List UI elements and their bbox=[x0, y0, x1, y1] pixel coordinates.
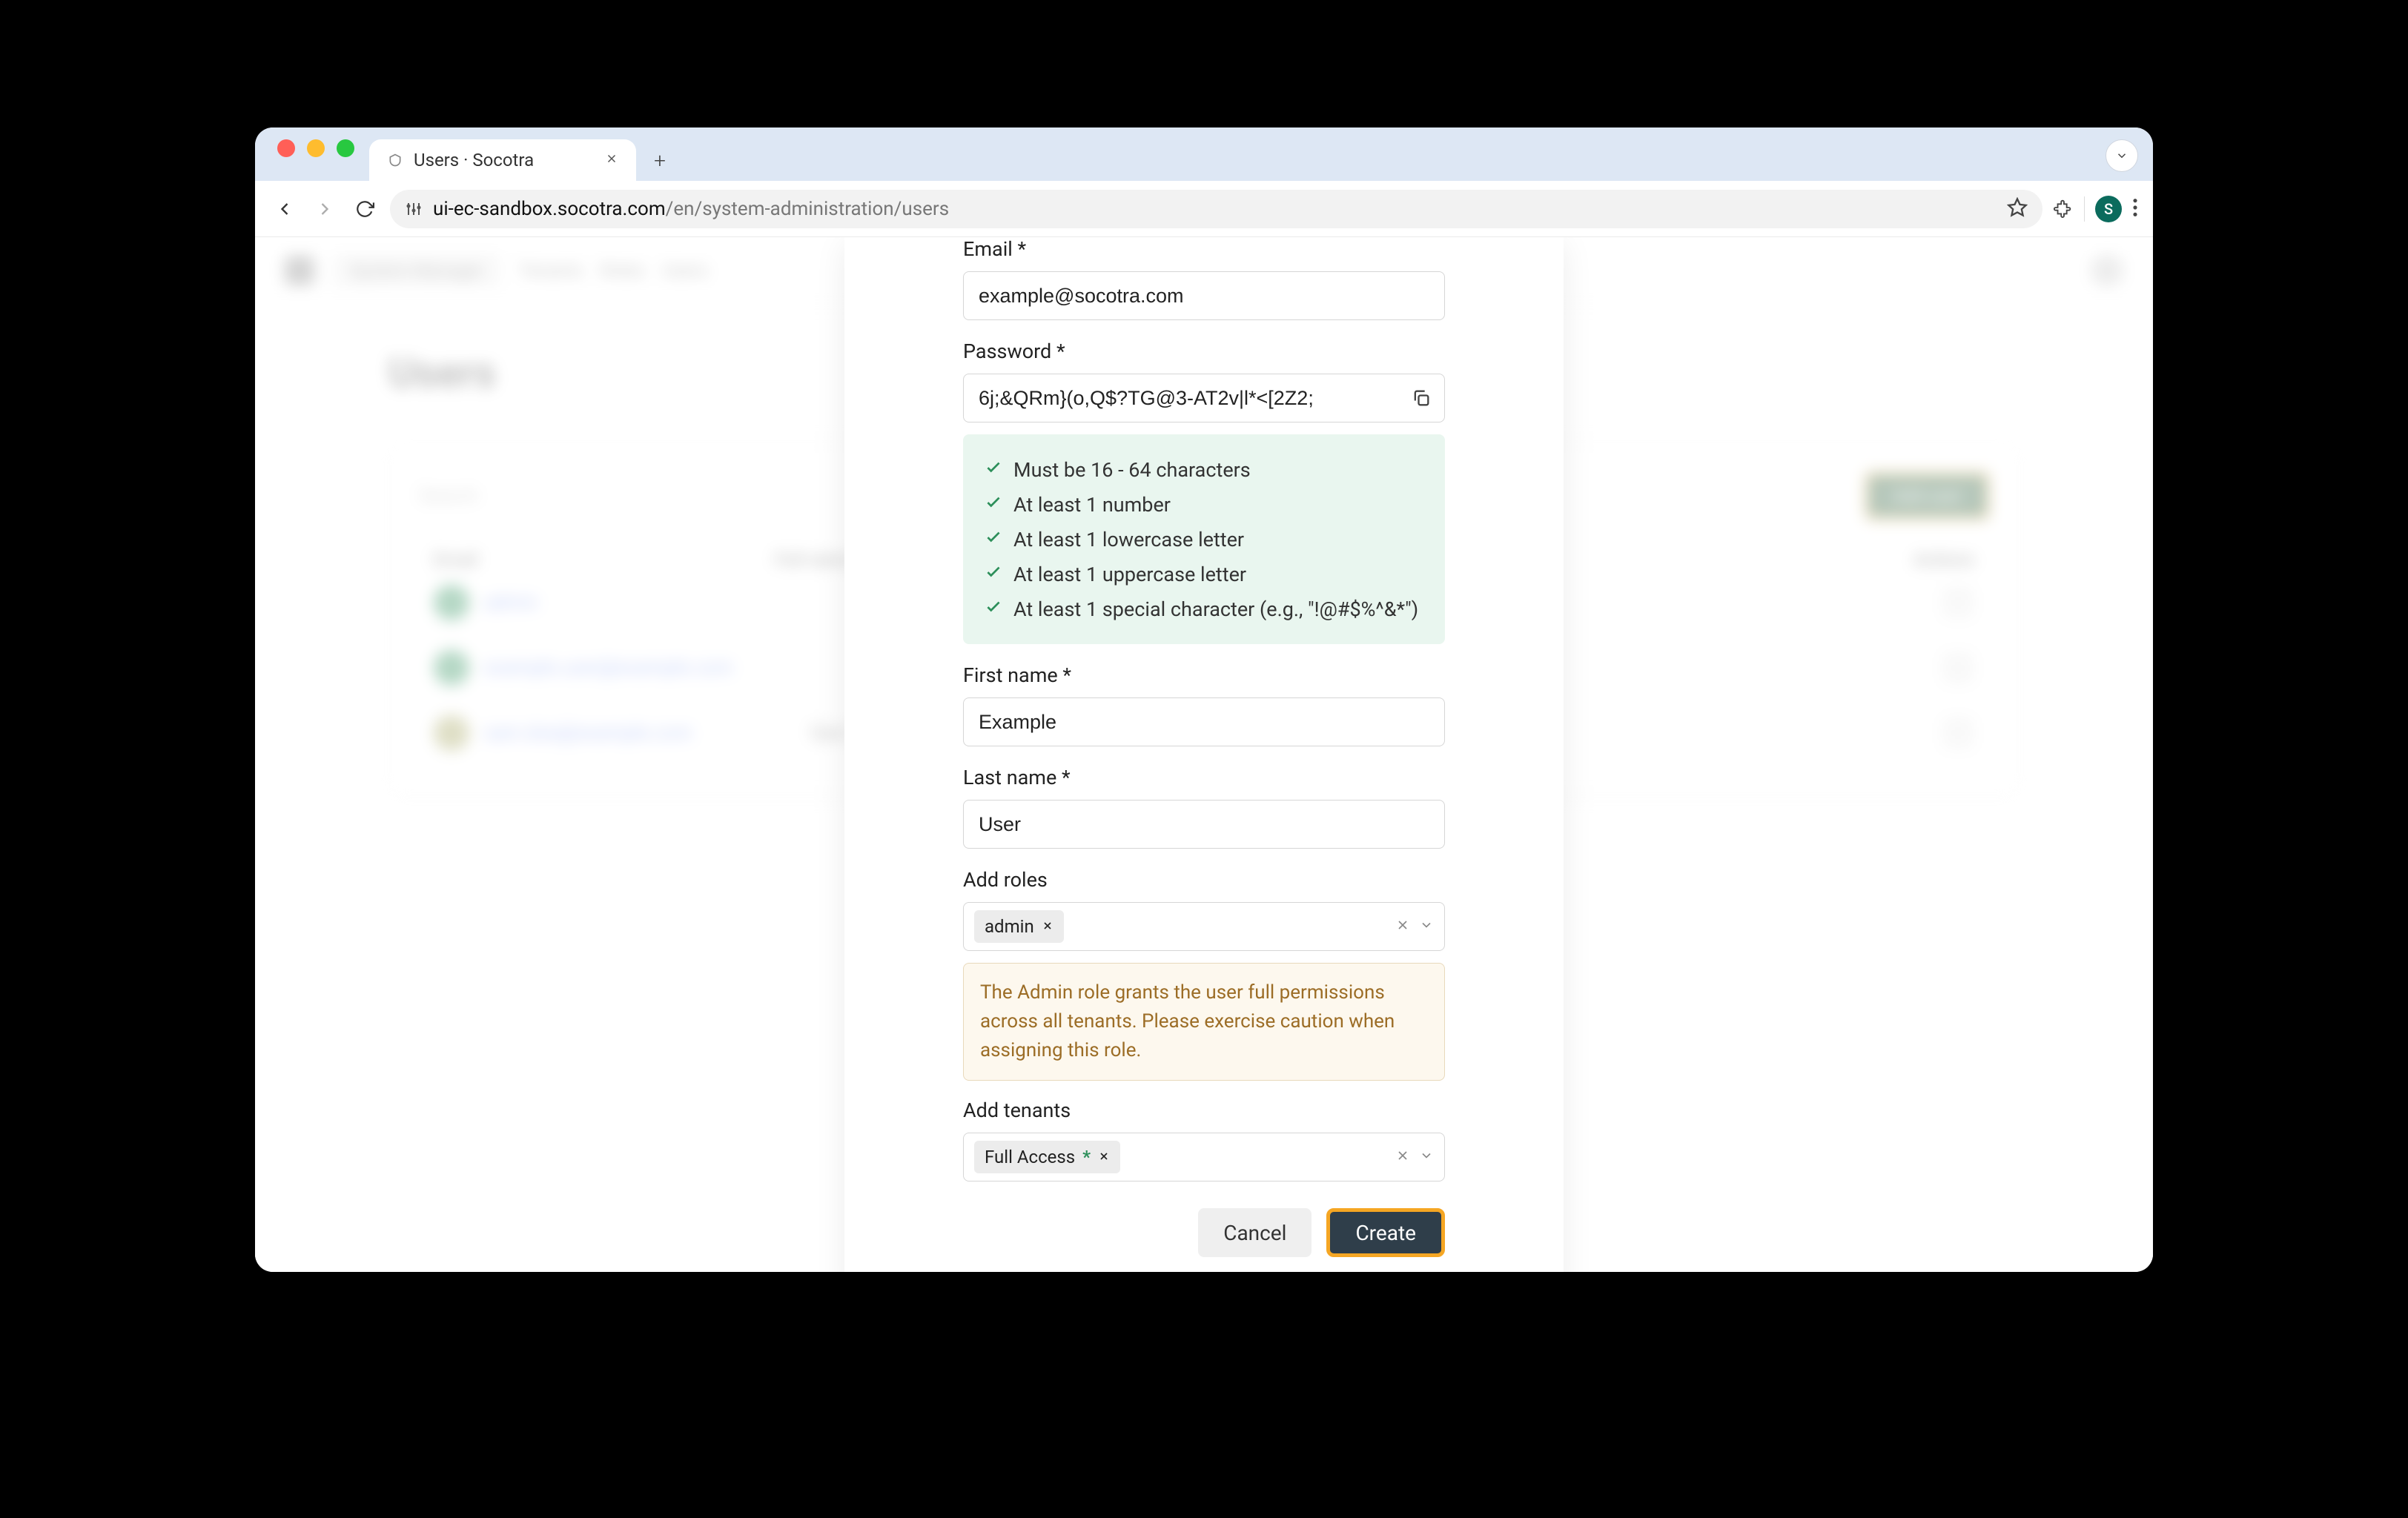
check-icon bbox=[984, 527, 1003, 551]
open-roles-dropdown[interactable] bbox=[1419, 918, 1434, 935]
tab-title: Users · Socotra bbox=[414, 150, 595, 170]
chip-label: admin bbox=[985, 916, 1034, 937]
last-name-field-group: Last name * bbox=[963, 766, 1445, 849]
remove-chip-button[interactable] bbox=[1042, 918, 1054, 936]
email-field-group: Email * bbox=[963, 237, 1445, 320]
new-tab-button[interactable]: + bbox=[645, 145, 675, 175]
copy-password-button[interactable] bbox=[1408, 385, 1435, 411]
cancel-button[interactable]: Cancel bbox=[1198, 1208, 1312, 1257]
tenants-multiselect[interactable]: Full Access * bbox=[963, 1133, 1445, 1181]
check-icon bbox=[984, 492, 1003, 517]
bookmark-star-icon[interactable] bbox=[2007, 197, 2028, 221]
forward-button[interactable] bbox=[310, 194, 340, 224]
browser-menu-button[interactable] bbox=[2132, 197, 2138, 221]
rule-text: At least 1 uppercase letter bbox=[1013, 563, 1246, 586]
reload-button[interactable] bbox=[350, 194, 380, 224]
clear-roles-button[interactable] bbox=[1395, 918, 1410, 935]
open-tenants-dropdown[interactable] bbox=[1419, 1148, 1434, 1166]
tenants-label: Add tenants bbox=[963, 1098, 1445, 1122]
warning-text: The Admin role grants the user full perm… bbox=[980, 981, 1395, 1061]
roles-field-group: Add roles admin bbox=[963, 868, 1445, 951]
first-name-field-group: First name * bbox=[963, 663, 1445, 746]
password-input[interactable] bbox=[963, 374, 1445, 422]
clear-tenants-button[interactable] bbox=[1395, 1148, 1410, 1166]
tab-bar: Users · Socotra + bbox=[255, 127, 2153, 181]
rule-text: At least 1 lowercase letter bbox=[1013, 528, 1244, 551]
roles-multiselect[interactable]: admin bbox=[963, 902, 1445, 951]
create-button[interactable]: Create bbox=[1326, 1208, 1445, 1257]
dialog-footer: Cancel Create bbox=[963, 1208, 1445, 1257]
window-controls bbox=[270, 127, 369, 181]
password-rules-box: Must be 16 - 64 characters At least 1 nu… bbox=[963, 434, 1445, 644]
password-label: Password * bbox=[963, 339, 1445, 363]
cancel-label: Cancel bbox=[1223, 1221, 1286, 1245]
extensions-icon[interactable] bbox=[2053, 197, 2074, 221]
email-label: Email * bbox=[963, 237, 1445, 261]
remove-chip-button[interactable] bbox=[1098, 1148, 1110, 1167]
minimize-window-button[interactable] bbox=[307, 139, 325, 157]
first-name-input[interactable] bbox=[963, 697, 1445, 746]
close-tab-button[interactable] bbox=[605, 151, 618, 170]
address-bar-row: ui-ec-sandbox.socotra.com/en/system-admi… bbox=[255, 181, 2153, 237]
password-rule: At least 1 number bbox=[984, 487, 1424, 522]
admin-role-warning: The Admin role grants the user full perm… bbox=[963, 963, 1445, 1081]
maximize-window-button[interactable] bbox=[337, 139, 354, 157]
close-window-button[interactable] bbox=[277, 139, 295, 157]
last-name-input[interactable] bbox=[963, 800, 1445, 849]
roles-label: Add roles bbox=[963, 868, 1445, 892]
password-rule: At least 1 special character (e.g., "!@#… bbox=[984, 591, 1424, 626]
rule-text: Must be 16 - 64 characters bbox=[1013, 458, 1251, 482]
tenants-field-group: Add tenants Full Access * bbox=[963, 1098, 1445, 1181]
chip-label: Full Access bbox=[985, 1147, 1075, 1167]
password-field-group: Password * bbox=[963, 339, 1445, 422]
profile-initial: S bbox=[2104, 200, 2113, 218]
url-host: ui-ec-sandbox.socotra.com bbox=[433, 198, 666, 220]
email-input[interactable] bbox=[963, 271, 1445, 320]
favicon-icon bbox=[387, 152, 403, 168]
url-path: /en/system-administration/users bbox=[666, 198, 950, 220]
create-label: Create bbox=[1355, 1221, 1416, 1245]
browser-window: Users · Socotra + ui-ec-sandbox.socotra.… bbox=[255, 127, 2153, 1272]
password-rule: At least 1 lowercase letter bbox=[984, 522, 1424, 557]
tabs-dropdown-button[interactable] bbox=[2106, 139, 2138, 172]
tenant-chip-full-access: Full Access * bbox=[974, 1141, 1120, 1173]
password-rule: Must be 16 - 64 characters bbox=[984, 452, 1424, 487]
page-content: System Manager Tenants Roles Users Users… bbox=[255, 237, 2153, 1272]
back-button[interactable] bbox=[270, 194, 300, 224]
role-chip-admin: admin bbox=[974, 910, 1064, 943]
first-name-label: First name * bbox=[963, 663, 1445, 687]
address-bar[interactable]: ui-ec-sandbox.socotra.com/en/system-admi… bbox=[390, 190, 2042, 228]
rule-text: At least 1 number bbox=[1013, 493, 1171, 517]
site-settings-icon[interactable] bbox=[405, 200, 423, 218]
browser-tab[interactable]: Users · Socotra bbox=[369, 139, 636, 181]
check-icon bbox=[984, 562, 1003, 586]
check-icon bbox=[984, 457, 1003, 482]
last-name-label: Last name * bbox=[963, 766, 1445, 789]
rule-text: At least 1 special character (e.g., "!@#… bbox=[1013, 597, 1418, 621]
chip-star: * bbox=[1082, 1147, 1091, 1167]
password-rule: At least 1 uppercase letter bbox=[984, 557, 1424, 591]
separator bbox=[2084, 196, 2085, 222]
check-icon bbox=[984, 597, 1003, 621]
url-text: ui-ec-sandbox.socotra.com/en/system-admi… bbox=[433, 198, 949, 220]
profile-avatar[interactable]: S bbox=[2095, 196, 2122, 222]
create-user-dialog: Email * Password * Must be 16 - 64 chara… bbox=[844, 237, 1564, 1272]
